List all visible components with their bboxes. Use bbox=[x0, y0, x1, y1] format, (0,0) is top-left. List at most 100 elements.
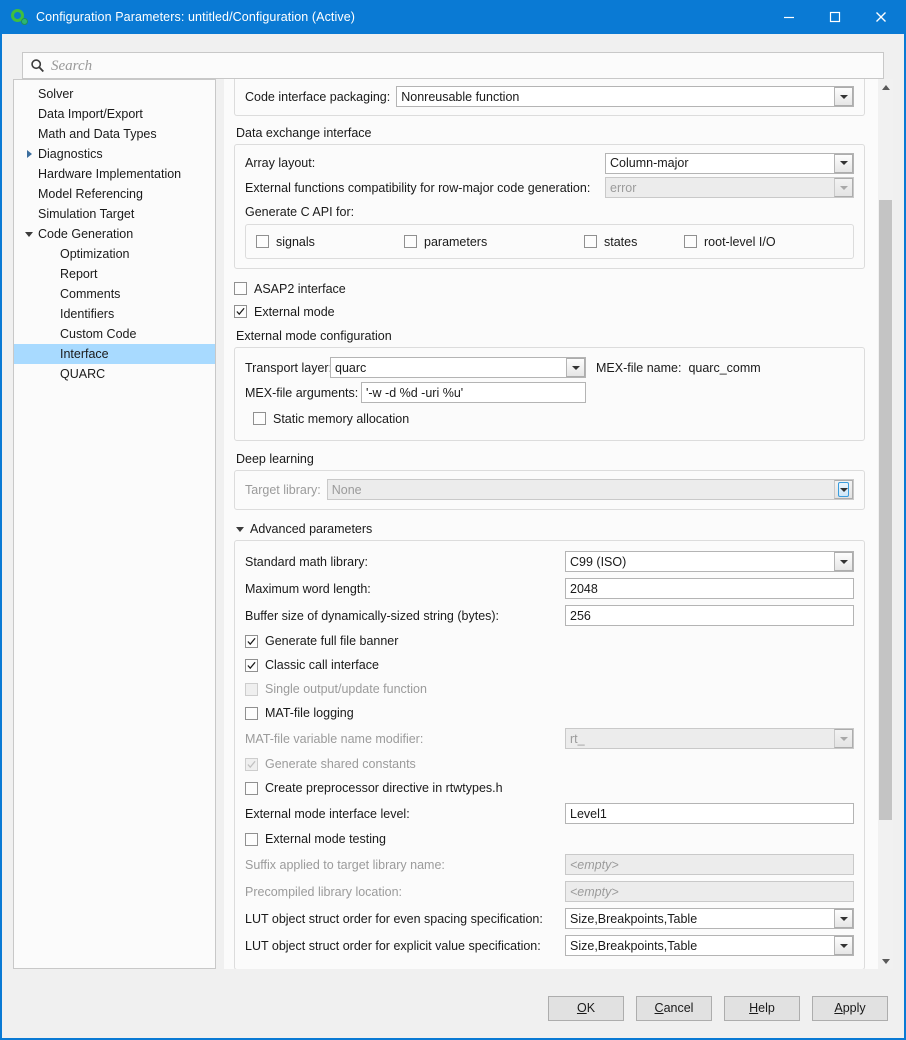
scroll-up-button[interactable] bbox=[878, 79, 893, 95]
sidebar-item-label: Optimization bbox=[58, 244, 129, 264]
advanced-generate-full-file-banner-label: Generate full file banner bbox=[265, 634, 398, 648]
sidebar-item-label: Code Generation bbox=[36, 224, 133, 244]
sidebar-item-solver[interactable]: Solver bbox=[14, 84, 215, 104]
help-button[interactable]: Help bbox=[724, 996, 800, 1021]
vertical-scrollbar[interactable] bbox=[877, 79, 893, 969]
generate-c-api-states-checkbox[interactable] bbox=[584, 235, 597, 248]
mex-file-arguments-input[interactable]: '-w -d %d -uri %u' bbox=[361, 382, 586, 403]
advanced-mat-file-logging-checkbox[interactable] bbox=[245, 707, 258, 720]
advanced-lut-object-struct-order-for-explicit-value-specification-combo[interactable]: Size,Breakpoints,Table bbox=[565, 935, 854, 956]
sidebar-item-optimization[interactable]: Optimization bbox=[14, 244, 215, 264]
sidebar-item-simulation-target[interactable]: Simulation Target bbox=[14, 204, 215, 224]
chevron-down-icon[interactable] bbox=[834, 87, 853, 106]
sidebar-item-report[interactable]: Report bbox=[14, 264, 215, 284]
advanced-single-output-update-function-row: Single output/update function bbox=[245, 677, 854, 701]
deep-learning-group: Target library: None bbox=[234, 470, 865, 510]
generate-c-api-signals-checkbox[interactable] bbox=[256, 235, 269, 248]
advanced-buffer-size-of-dynamically-sized-string-bytes-input[interactable]: 256 bbox=[565, 605, 854, 626]
chevron-down-icon[interactable] bbox=[834, 936, 853, 955]
chevron-down-icon[interactable] bbox=[834, 154, 853, 173]
ext-mode-config-title: External mode configuration bbox=[236, 329, 865, 343]
advanced-lut-object-struct-order-for-even-spacing-specification-combo[interactable]: Size,Breakpoints,Table bbox=[565, 908, 854, 929]
sidebar-item-comments[interactable]: Comments bbox=[14, 284, 215, 304]
external-mode-row[interactable]: External mode bbox=[234, 300, 865, 323]
chevron-right-icon[interactable] bbox=[22, 150, 36, 158]
navigation-tree[interactable]: SolverData Import/ExportMath and Data Ty… bbox=[13, 79, 216, 969]
asap2-interface-row[interactable]: ASAP2 interface bbox=[234, 277, 865, 300]
advanced-generate-full-file-banner-row[interactable]: Generate full file banner bbox=[245, 629, 854, 653]
advanced-create-preprocessor-directive-in-rtwtypes-h-row[interactable]: Create preprocessor directive in rtwtype… bbox=[245, 776, 854, 800]
search-bar[interactable] bbox=[22, 52, 884, 79]
advanced-generate-shared-constants-label: Generate shared constants bbox=[265, 757, 416, 771]
close-button[interactable] bbox=[858, 0, 904, 34]
generate-c-api-root-level-i-o-label: root-level I/O bbox=[704, 235, 776, 249]
sidebar-item-hardware-implementation[interactable]: Hardware Implementation bbox=[14, 164, 215, 184]
code-interface-packaging-combo[interactable]: Nonreusable function bbox=[396, 86, 854, 107]
cancel-button[interactable]: Cancel bbox=[636, 996, 712, 1021]
generate-c-api-states-row[interactable]: states bbox=[584, 233, 684, 250]
maximize-button[interactable] bbox=[812, 0, 858, 34]
advanced-classic-call-interface-row[interactable]: Classic call interface bbox=[245, 653, 854, 677]
sidebar-item-interface[interactable]: Interface bbox=[14, 344, 215, 364]
code-interface-packaging-group: Code interface packaging: Nonreusable fu… bbox=[234, 79, 865, 116]
advanced-external-mode-interface-level-row: External mode interface level:Level1 bbox=[245, 800, 854, 827]
chevron-down-icon[interactable] bbox=[236, 527, 244, 532]
sidebar-item-label: QUARC bbox=[58, 364, 105, 384]
advanced-external-mode-testing-row[interactable]: External mode testing bbox=[245, 827, 854, 851]
array-layout-combo[interactable]: Column-major bbox=[605, 153, 854, 174]
chevron-down-icon[interactable] bbox=[22, 232, 36, 237]
advanced-precompiled-library-location-label: Precompiled library location: bbox=[245, 885, 565, 899]
scrollbar-thumb[interactable] bbox=[879, 200, 892, 820]
generate-c-api-parameters-checkbox[interactable] bbox=[404, 235, 417, 248]
advanced-maximum-word-length-input[interactable]: 2048 bbox=[565, 578, 854, 599]
generate-c-api-root-level-i-o-checkbox[interactable] bbox=[684, 235, 697, 248]
advanced-external-mode-interface-level-input[interactable]: Level1 bbox=[565, 803, 854, 824]
mex-file-name-value: quarc_comm bbox=[688, 361, 760, 375]
sidebar-item-quarc[interactable]: QUARC bbox=[14, 364, 215, 384]
sidebar-item-custom-code[interactable]: Custom Code bbox=[14, 324, 215, 344]
chevron-down-icon[interactable] bbox=[834, 552, 853, 571]
advanced-lut-object-struct-order-for-even-spacing-specification-value: Size,Breakpoints,Table bbox=[566, 912, 822, 926]
sidebar-item-diagnostics[interactable]: Diagnostics bbox=[14, 144, 215, 164]
generate-c-api-root-level-i-o-row[interactable]: root-level I/O bbox=[684, 233, 776, 250]
ok-button[interactable]: OK bbox=[548, 996, 624, 1021]
chevron-down-icon bbox=[834, 729, 853, 748]
advanced-classic-call-interface-checkbox[interactable] bbox=[245, 659, 258, 672]
scrollbar-track[interactable] bbox=[878, 95, 893, 953]
scroll-down-button[interactable] bbox=[878, 953, 893, 969]
sidebar-item-label: Identifiers bbox=[58, 304, 114, 324]
advanced-lut-object-struct-order-for-explicit-value-specification-value: Size,Breakpoints,Table bbox=[566, 939, 822, 953]
sidebar-item-label: Comments bbox=[58, 284, 120, 304]
advanced-parameters-title: Advanced parameters bbox=[250, 522, 372, 536]
ext-func-compat-label: External functions compatibility for row… bbox=[245, 181, 605, 195]
advanced-standard-math-library-combo[interactable]: C99 (ISO) bbox=[565, 551, 854, 572]
asap2-interface-label: ASAP2 interface bbox=[254, 282, 346, 296]
static-memory-allocation-row[interactable]: Static memory allocation bbox=[253, 407, 854, 430]
generate-c-api-parameters-row[interactable]: parameters bbox=[404, 233, 584, 250]
advanced-create-preprocessor-directive-in-rtwtypes-h-checkbox[interactable] bbox=[245, 782, 258, 795]
minimize-button[interactable] bbox=[766, 0, 812, 34]
advanced-parameters-group: Standard math library:C99 (ISO)Maximum w… bbox=[234, 540, 865, 969]
advanced-precompiled-library-location-row: Precompiled library location:<empty> bbox=[245, 878, 854, 905]
generate-c-api-signals-row[interactable]: signals bbox=[256, 233, 404, 250]
static-memory-allocation-checkbox[interactable] bbox=[253, 412, 266, 425]
asap2-interface-checkbox[interactable] bbox=[234, 282, 247, 295]
external-mode-checkbox[interactable] bbox=[234, 305, 247, 318]
advanced-parameters-header[interactable]: Advanced parameters bbox=[236, 522, 865, 536]
advanced-generate-full-file-banner-checkbox[interactable] bbox=[245, 635, 258, 648]
advanced-external-mode-testing-checkbox[interactable] bbox=[245, 833, 258, 846]
advanced-mat-file-logging-label: MAT-file logging bbox=[265, 706, 354, 720]
advanced-mat-file-variable-name-modifier-label: MAT-file variable name modifier: bbox=[245, 732, 565, 746]
sidebar-item-math-and-data-types[interactable]: Math and Data Types bbox=[14, 124, 215, 144]
chevron-down-icon[interactable] bbox=[834, 909, 853, 928]
apply-button[interactable]: Apply bbox=[812, 996, 888, 1021]
transport-layer-combo[interactable]: quarc bbox=[330, 357, 586, 378]
advanced-mat-file-logging-row[interactable]: MAT-file logging bbox=[245, 701, 854, 725]
chevron-down-icon[interactable] bbox=[566, 358, 585, 377]
advanced-maximum-word-length-row: Maximum word length:2048 bbox=[245, 575, 854, 602]
sidebar-item-model-referencing[interactable]: Model Referencing bbox=[14, 184, 215, 204]
search-input[interactable] bbox=[51, 54, 883, 78]
sidebar-item-data-import-export[interactable]: Data Import/Export bbox=[14, 104, 215, 124]
sidebar-item-code-generation[interactable]: Code Generation bbox=[14, 224, 215, 244]
sidebar-item-identifiers[interactable]: Identifiers bbox=[14, 304, 215, 324]
